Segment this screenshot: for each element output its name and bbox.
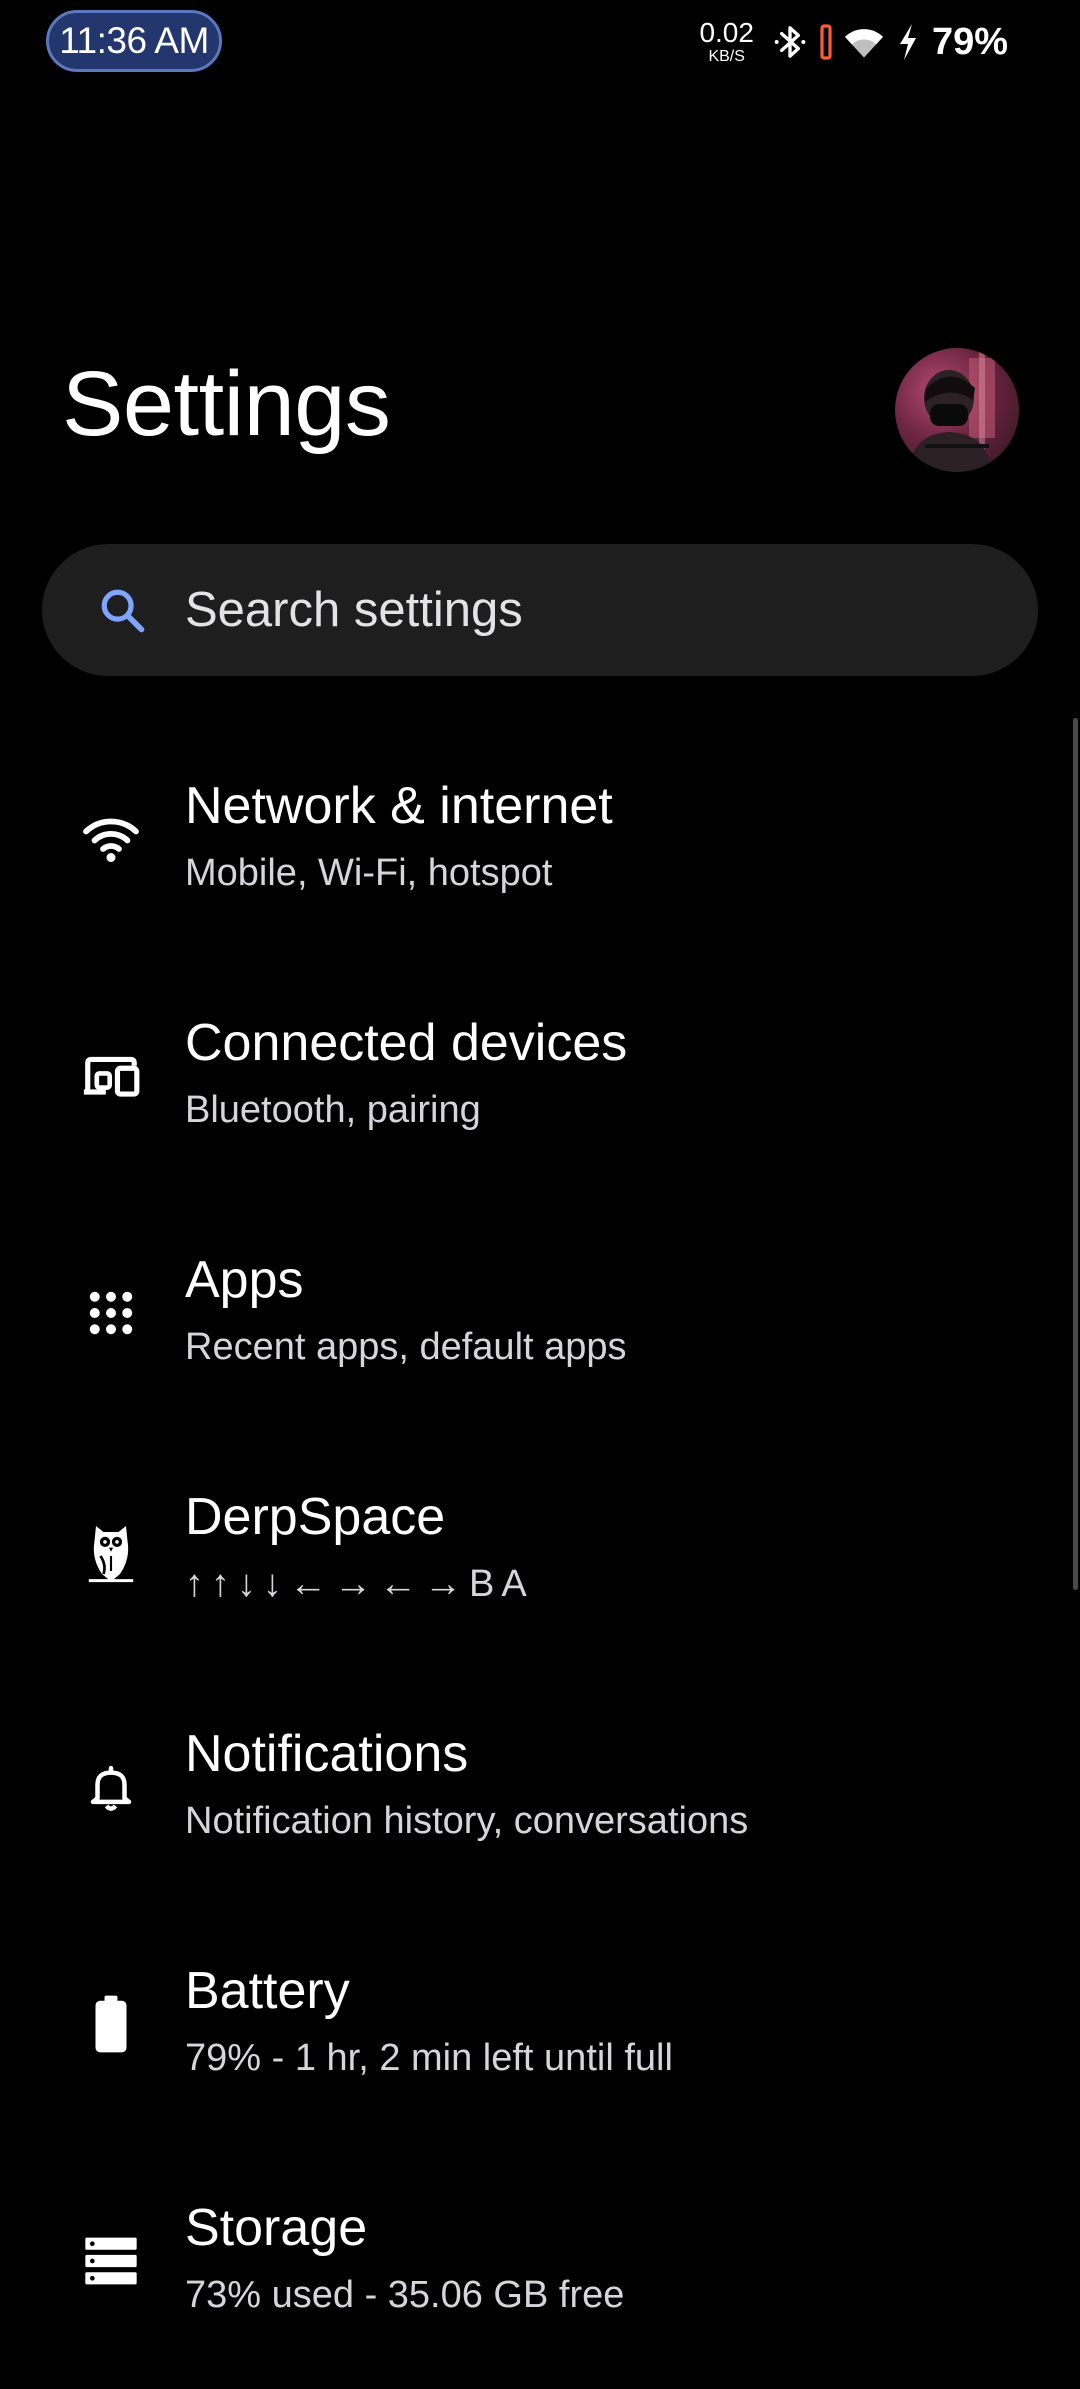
search-bar[interactable]: Search settings	[42, 544, 1038, 676]
devices-icon	[76, 1041, 146, 1111]
scrollbar[interactable]	[1073, 718, 1078, 1590]
avatar-photo	[909, 352, 995, 472]
battery-icon	[76, 1989, 146, 2059]
setting-title: Storage	[185, 2199, 368, 2257]
owl-icon	[76, 1515, 146, 1585]
setting-connected-devices[interactable]: Connected devices Bluetooth, pairing	[0, 967, 1080, 1204]
setting-title: DerpSpace	[185, 1488, 446, 1546]
setting-subtitle: 79% - 1 hr, 2 min left until full	[185, 2037, 673, 2079]
network-speed: 0.02 KB/S	[699, 19, 754, 65]
setting-title: Battery	[185, 1962, 350, 2020]
setting-notifications[interactable]: Notifications Notification history, conv…	[0, 1678, 1080, 1915]
setting-subtitle: 73% used - 35.06 GB free	[185, 2274, 625, 2316]
setting-network-internet[interactable]: Network & internet Mobile, Wi-Fi, hotspo…	[0, 730, 1080, 967]
charging-bar-icon	[820, 22, 832, 62]
setting-subtitle: Bluetooth, pairing	[185, 1089, 481, 1131]
setting-subtitle: ↑↑↓↓←→←→BA	[185, 1563, 534, 1605]
status-bar: 11:36 AM 0.02 KB/S 79%	[0, 0, 1080, 84]
setting-title: Notifications	[185, 1725, 469, 1783]
network-speed-value: 0.02	[699, 17, 754, 48]
setting-title: Apps	[185, 1251, 304, 1309]
setting-storage[interactable]: Storage 73% used - 35.06 GB free	[0, 2152, 1080, 2389]
charging-icon	[896, 22, 920, 62]
apps-grid-icon	[76, 1278, 146, 1348]
search-icon	[96, 584, 148, 636]
page-title: Settings	[62, 353, 391, 455]
storage-icon	[76, 2226, 146, 2296]
network-speed-unit: KB/S	[708, 48, 745, 65]
account-avatar[interactable]	[895, 348, 1019, 472]
bluetooth-icon	[770, 22, 810, 62]
battery-percent: 79%	[931, 20, 1008, 63]
status-icons: 0.02 KB/S 79%	[699, 14, 1008, 70]
setting-subtitle: Mobile, Wi-Fi, hotspot	[185, 852, 553, 894]
setting-subtitle: Recent apps, default apps	[185, 1326, 627, 1368]
setting-apps[interactable]: Apps Recent apps, default apps	[0, 1204, 1080, 1441]
setting-subtitle: Notification history, conversations	[185, 1800, 749, 1842]
bell-icon	[76, 1752, 146, 1822]
setting-title: Network & internet	[185, 777, 613, 835]
setting-battery[interactable]: Battery 79% - 1 hr, 2 min left until ful…	[0, 1915, 1080, 2152]
status-clock[interactable]: 11:36 AM	[46, 10, 222, 72]
setting-title: Connected devices	[185, 1014, 628, 1072]
setting-derpspace[interactable]: DerpSpace ↑↑↓↓←→←→BA	[0, 1441, 1080, 1678]
wifi-icon	[842, 22, 886, 62]
settings-list: Network & internet Mobile, Wi-Fi, hotspo…	[0, 730, 1080, 2389]
search-placeholder: Search settings	[185, 583, 523, 637]
wifi-icon	[76, 804, 146, 874]
